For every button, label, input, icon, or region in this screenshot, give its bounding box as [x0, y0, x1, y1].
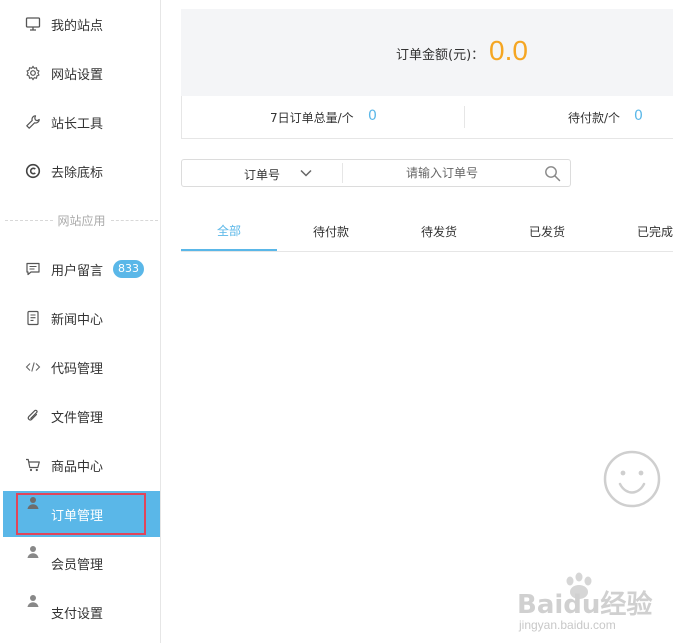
sidebar-item-label: 网站设置: [51, 67, 104, 83]
sidebar-item-site-settings[interactable]: 网站设置: [0, 50, 160, 96]
copyright-icon: [25, 163, 41, 179]
cart-icon: [25, 457, 41, 473]
user-icon: [25, 495, 41, 511]
wrench-icon: [25, 114, 41, 130]
weekly-order-total-value: 0: [368, 108, 377, 124]
watermark-brand: Baidu经验: [517, 590, 653, 620]
sidebar-item-webmaster-tools[interactable]: 站长工具: [0, 99, 160, 145]
code-icon: [25, 359, 41, 375]
pending-payment-value: 0: [634, 108, 643, 124]
sidebar-item-user-messages[interactable]: 用户留言 833: [0, 246, 160, 292]
section-label: 网站应用: [57, 213, 106, 228]
sidebar-item-news-center[interactable]: 新闻中心: [0, 295, 160, 341]
sidebar-item-payment-settings[interactable]: 支付设置: [0, 589, 160, 635]
sidebar-item-label: 用户留言: [51, 263, 104, 279]
paperclip-icon: [25, 408, 41, 424]
tab-pending-payment[interactable]: 待付款: [285, 212, 377, 251]
section-divider: 网站应用: [5, 212, 159, 228]
sidebar-item-label: 代码管理: [51, 361, 104, 377]
sidebar-item-label: 文件管理: [51, 410, 104, 426]
order-stats-bar: 7日订单总量/个 0 待付款/个 0: [181, 96, 673, 139]
sidebar-item-remove-footer[interactable]: 去除底标: [0, 148, 160, 194]
stats-divider: [464, 106, 465, 128]
watermark-url: jingyan.baidu.com: [519, 618, 616, 632]
sidebar-item-label: 支付设置: [51, 606, 104, 622]
sidebar-item-member-management[interactable]: 会员管理: [0, 540, 160, 586]
tab-all[interactable]: 全部: [181, 212, 277, 251]
search-divider: [342, 163, 343, 183]
pending-payment-label: 待付款/个: [568, 111, 621, 125]
order-status-tabs: 全部 待付款 待发货 已发货 已完成: [181, 212, 673, 252]
gear-icon: [25, 65, 41, 81]
sidebar-item-file-management[interactable]: 文件管理: [0, 393, 160, 439]
sidebar-item-product-center[interactable]: 商品中心: [0, 442, 160, 488]
sidebar-item-label: 去除底标: [51, 165, 104, 181]
search-icon[interactable]: [544, 165, 561, 182]
monitor-icon: [25, 16, 41, 32]
baidu-jingyan-watermark: Baidu经验 jingyan.baidu.com: [515, 570, 673, 640]
message-icon: [25, 261, 41, 277]
weekly-order-total-label: 7日订单总量/个: [270, 111, 354, 125]
sidebar-item-order-management[interactable]: 订单管理: [3, 491, 160, 537]
sidebar-item-my-sites[interactable]: 我的站点: [0, 1, 160, 47]
sidebar-item-label: 会员管理: [51, 557, 104, 573]
user-icon: [25, 544, 41, 560]
smiley-icon: [603, 450, 661, 508]
search-type-select[interactable]: 订单号: [182, 160, 342, 186]
document-icon: [25, 310, 41, 326]
tab-shipped[interactable]: 已发货: [501, 212, 593, 251]
sidebar-item-label: 新闻中心: [51, 312, 104, 328]
tab-completed[interactable]: 已完成: [611, 212, 673, 251]
page: 我的站点 网站设置 站长工具 去除底标 网站应用 用户留言 833 新闻中心 代…: [0, 0, 673, 643]
chevron-down-icon: [300, 169, 312, 177]
user-icon: [25, 593, 41, 609]
order-search-bar: 订单号: [181, 159, 571, 187]
search-type-label: 订单号: [244, 168, 281, 182]
order-amount-value: 0.0: [489, 35, 528, 66]
sidebar-item-code-management[interactable]: 代码管理: [0, 344, 160, 390]
sidebar-item-label: 站长工具: [51, 116, 104, 132]
order-number-input[interactable]: [344, 161, 540, 185]
sidebar-item-label: 我的站点: [51, 18, 104, 34]
sidebar-item-label: 订单管理: [51, 508, 104, 524]
sidebar-item-label: 商品中心: [51, 459, 104, 475]
tab-pending-shipment[interactable]: 待发货: [393, 212, 485, 251]
order-amount-caption: 订单金额(元)：: [396, 48, 485, 63]
message-count-badge: 833: [113, 260, 144, 278]
sidebar: 我的站点 网站设置 站长工具 去除底标 网站应用 用户留言 833 新闻中心 代…: [0, 0, 161, 643]
order-amount-summary: 订单金额(元)： 0.0: [181, 9, 673, 96]
